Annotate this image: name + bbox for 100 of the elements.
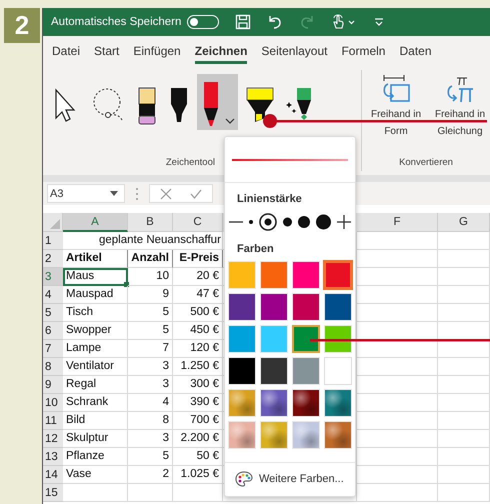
row-header[interactable]: 2: [43, 250, 63, 268]
texture-swatch[interactable]: [324, 421, 352, 449]
row-header[interactable]: 10: [43, 394, 63, 412]
table-cell: 3: [128, 430, 173, 448]
autosave-toggle[interactable]: [187, 15, 220, 29]
table-cell: 4: [128, 394, 173, 412]
texture-swatch[interactable]: [228, 421, 256, 449]
table-cell: [438, 430, 490, 448]
ribbon-tab[interactable]: Start: [87, 36, 126, 66]
table-cell: 120 €: [173, 340, 223, 358]
check-icon[interactable]: [190, 188, 202, 200]
column-header[interactable]: C: [173, 213, 223, 232]
table-cell: 450 €: [173, 322, 223, 340]
table-cell: 5: [128, 448, 173, 466]
autosave-label: Automatisches Speichern: [51, 16, 182, 28]
row-header[interactable]: 15: [43, 484, 63, 502]
ribbon-tab[interactable]: Datei: [45, 36, 88, 66]
thickness-option[interactable]: [316, 213, 331, 231]
touch-icon[interactable]: [331, 14, 358, 30]
table-cell: 2.200 €: [173, 430, 223, 448]
table-cell: 5: [128, 304, 173, 322]
table-cell: 390 €: [173, 394, 223, 412]
table-cell: Lampe: [63, 340, 128, 358]
texture-swatch[interactable]: [260, 421, 288, 449]
row-header[interactable]: 4: [43, 286, 63, 304]
table-cell: geplante Neuanschaffur: [63, 232, 223, 250]
table-cell: [438, 268, 490, 286]
table-cell: [128, 484, 173, 502]
table-cell: Bild: [63, 412, 128, 430]
table-cell: 1.250 €: [173, 358, 223, 376]
thickness-option[interactable]: [298, 213, 310, 231]
texture-swatch[interactable]: [292, 421, 320, 449]
table-cell: [438, 250, 490, 268]
table-cell: 2: [128, 466, 173, 484]
color-swatch[interactable]: [324, 261, 352, 289]
row-header[interactable]: 14: [43, 466, 63, 484]
texture-swatch[interactable]: [292, 389, 320, 417]
convert-button[interactable]: Freihand in Gleichung: [430, 70, 490, 142]
row-header[interactable]: 6: [43, 322, 63, 340]
undo-icon[interactable]: [267, 14, 284, 30]
caret-icon[interactable]: [225, 118, 235, 124]
row-header[interactable]: 3: [43, 268, 63, 286]
row-header[interactable]: 11: [43, 412, 63, 430]
more-colors-item[interactable]: Weitere Farben...: [225, 462, 355, 496]
table-cell: 9: [128, 286, 173, 304]
name-box[interactable]: A3: [47, 184, 125, 203]
caret-icon[interactable]: [110, 191, 118, 196]
table-cell: 20 €: [173, 268, 223, 286]
table-cell: 8: [128, 412, 173, 430]
save-icon[interactable]: [235, 14, 252, 30]
table-cell: [438, 466, 490, 484]
thickness-option[interactable]: [259, 213, 277, 231]
column-header[interactable]: B: [128, 213, 173, 232]
column-header[interactable]: A: [63, 213, 128, 232]
table-cell: [438, 448, 490, 466]
table-cell: Vase: [63, 466, 128, 484]
ribbon-tab[interactable]: Seitenlayout: [254, 36, 334, 66]
step-number: 2: [4, 8, 40, 43]
table-cell: 50 €: [173, 448, 223, 466]
color-swatch[interactable]: [292, 325, 320, 353]
table-cell: 3: [128, 376, 173, 394]
table-cell: [438, 376, 490, 394]
table-cell: [438, 286, 490, 304]
palette-icon: [235, 471, 253, 487]
table-cell: 47 €: [173, 286, 223, 304]
ribbon-tab[interactable]: Daten: [392, 36, 439, 66]
ribbon-tab[interactable]: Formeln: [334, 36, 392, 66]
ribbon-tab[interactable]: Einfügen: [126, 36, 188, 66]
cancel-icon[interactable]: [160, 188, 172, 200]
texture-swatch[interactable]: [324, 389, 352, 417]
texture-swatch[interactable]: [228, 389, 256, 417]
row-header[interactable]: 12: [43, 430, 63, 448]
table-cell: Anzahl: [128, 250, 173, 268]
row-header[interactable]: 13: [43, 448, 63, 466]
table-cell: 300 €: [173, 376, 223, 394]
table-cell: Swopper: [63, 322, 128, 340]
pen-tool[interactable]: [197, 74, 238, 130]
table-cell: 7: [128, 340, 173, 358]
table-cell: [438, 484, 490, 502]
convert-button[interactable]: Freihand in Form: [366, 70, 426, 142]
grip-icon: [135, 186, 139, 200]
row-header[interactable]: 5: [43, 304, 63, 322]
column-header[interactable]: F: [357, 213, 438, 232]
row-header[interactable]: 9: [43, 376, 63, 394]
table-cell: Maus: [63, 268, 128, 286]
row-header[interactable]: 8: [43, 358, 63, 376]
row-header[interactable]: 7: [43, 340, 63, 358]
table-cell: 10: [128, 268, 173, 286]
table-cell: Pflanze: [63, 448, 128, 466]
row-header[interactable]: 1: [43, 232, 63, 250]
ribbon-tab[interactable]: Zeichnen: [188, 36, 254, 66]
table-cell: 700 €: [173, 412, 223, 430]
group-label: Zeichentool: [166, 157, 215, 168]
table-cell: 5: [128, 322, 173, 340]
table-cell: [438, 358, 490, 376]
table-cell: Ventilator: [63, 358, 128, 376]
increase-thickness-icon[interactable]: [337, 213, 351, 231]
texture-swatch[interactable]: [260, 389, 288, 417]
column-header[interactable]: G: [438, 213, 490, 232]
table-cell: Artikel: [63, 250, 128, 268]
